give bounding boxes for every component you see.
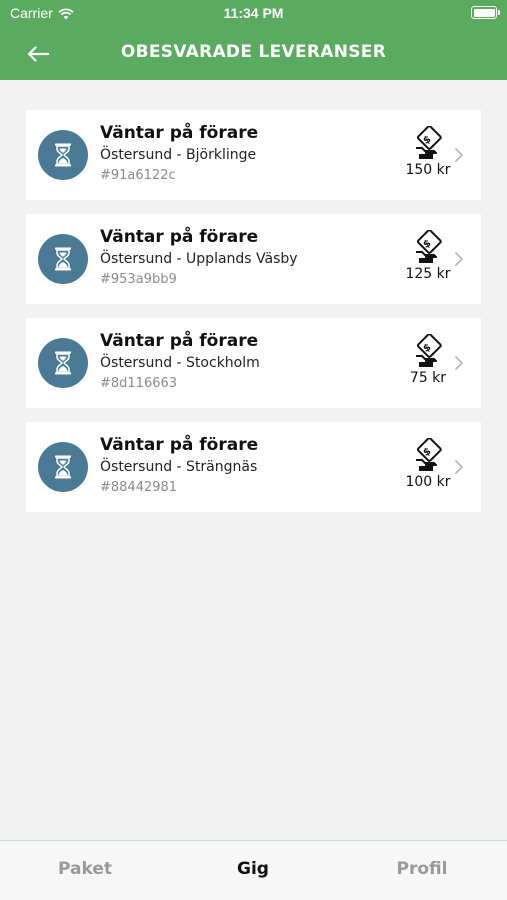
delivery-status: Väntar på förare	[100, 123, 259, 143]
hourglass-icon	[55, 351, 71, 375]
delivery-route: Östersund - Strängnäs	[100, 459, 258, 475]
delivery-id: #91a6122c	[100, 168, 176, 183]
delivery-id: #88442981	[100, 480, 178, 495]
svg-text:$: $	[421, 238, 433, 251]
delivery-price: 75 kr	[409, 370, 447, 386]
delivery-id: #953a9bb9	[100, 272, 177, 287]
tab-profil[interactable]: Profil	[362, 859, 482, 879]
delivery-route: Östersund - Stockholm	[100, 355, 260, 371]
delivery-price: 100 kr	[405, 474, 451, 490]
clock: 11:34 PM	[223, 5, 284, 21]
delivery-list: Väntar på förare Östersund - Björklinge …	[26, 110, 481, 526]
delivery-status: Väntar på förare	[100, 331, 259, 351]
delivery-price: 125 kr	[405, 266, 451, 282]
delivery-route: Östersund - Upplands Väsby	[100, 251, 298, 267]
delivery-card[interactable]: Väntar på förare Östersund - Strängnäs #…	[26, 422, 481, 512]
status-avatar	[38, 442, 88, 492]
hourglass-icon	[55, 247, 71, 271]
tab-bar: Paket Gig Profil	[0, 840, 507, 900]
delivery-card[interactable]: Väntar på förare Östersund - Upplands Vä…	[26, 214, 481, 304]
svg-text:$: $	[421, 342, 433, 355]
svg-text:$: $	[421, 446, 433, 459]
money-hand-icon: $	[416, 438, 442, 471]
status-avatar	[38, 130, 88, 180]
delivery-price: 150 kr	[405, 162, 451, 178]
money-hand-icon: $	[416, 126, 442, 159]
money-hand-icon: $	[416, 334, 442, 367]
delivery-status: Väntar på förare	[100, 435, 259, 455]
delivery-card[interactable]: Väntar på förare Östersund - Stockholm #…	[26, 318, 481, 408]
status-bar: Carrier 11:34 PM	[0, 0, 507, 28]
status-avatar	[38, 234, 88, 284]
tab-gig[interactable]: Gig	[193, 859, 313, 879]
delivery-id: #8d116663	[100, 376, 178, 391]
delivery-route: Östersund - Björklinge	[100, 147, 257, 163]
chevron-right-icon	[455, 148, 463, 162]
status-avatar	[38, 338, 88, 388]
app-header: Carrier 11:34 PM OBESVARADE LEVERANSER	[0, 0, 507, 80]
page-title: OBESVARADE LEVERANSER	[120, 42, 387, 62]
chevron-right-icon	[455, 252, 463, 266]
money-hand-icon: $	[416, 230, 442, 263]
svg-text:$: $	[421, 134, 433, 147]
battery-icon	[471, 6, 500, 19]
delivery-card[interactable]: Väntar på förare Östersund - Björklinge …	[26, 110, 481, 200]
hourglass-icon	[55, 143, 71, 167]
nav-bar: OBESVARADE LEVERANSER	[0, 28, 507, 80]
hourglass-icon	[55, 455, 71, 479]
delivery-status: Väntar på förare	[100, 227, 259, 247]
tab-paket[interactable]: Paket	[25, 859, 145, 879]
chevron-right-icon	[455, 356, 463, 370]
chevron-right-icon	[455, 460, 463, 474]
